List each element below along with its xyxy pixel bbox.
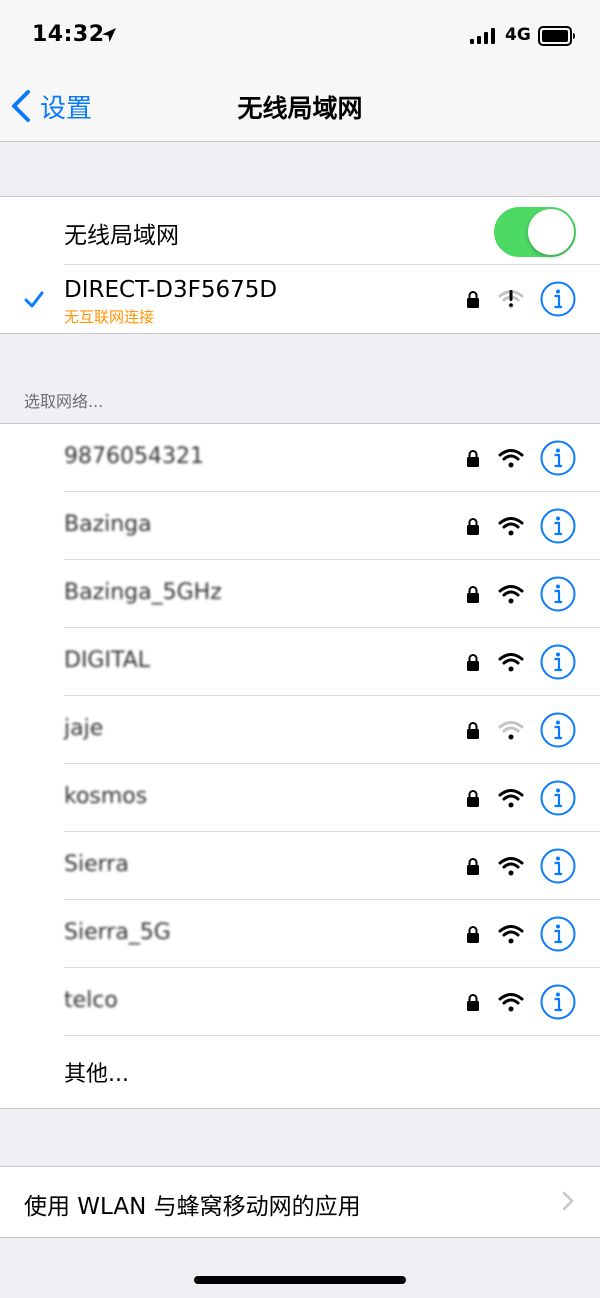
network-row[interactable]: DIGITAL xyxy=(0,628,600,696)
info-icon[interactable] xyxy=(540,916,576,952)
status-bar: 14:32 4G xyxy=(0,0,600,70)
other-network-row[interactable]: 其他... xyxy=(0,1036,600,1104)
lock-icon xyxy=(467,722,479,739)
network-row[interactable]: Sierra xyxy=(0,832,600,900)
toggle-knob xyxy=(528,209,574,255)
info-icon[interactable] xyxy=(540,508,576,544)
other-network-label: 其他... xyxy=(64,1062,129,1087)
apps-group: 使用 WLAN 与蜂窝移动网的应用 xyxy=(0,1166,600,1238)
lock-icon xyxy=(467,858,479,875)
network-row[interactable]: jaje xyxy=(0,696,600,764)
battery-icon xyxy=(538,26,575,46)
lock-icon xyxy=(467,994,479,1011)
navigation-bar: 设置 无线局域网 xyxy=(0,70,600,142)
wifi-signal-icon xyxy=(498,449,524,468)
info-icon[interactable] xyxy=(540,780,576,816)
cellular-signal-icon xyxy=(470,28,495,44)
lock-icon xyxy=(467,518,479,535)
network-name: Bazinga_5GHz xyxy=(64,580,222,605)
network-row[interactable]: kosmos xyxy=(0,764,600,832)
checkmark-icon xyxy=(24,291,44,308)
wifi-signal-icon xyxy=(498,925,524,944)
info-icon[interactable] xyxy=(540,984,576,1020)
wifi-signal-icon xyxy=(498,517,524,536)
lock-icon xyxy=(467,790,479,807)
home-indicator[interactable] xyxy=(194,1276,406,1284)
lock-icon xyxy=(467,450,479,467)
page-title: 无线局域网 xyxy=(237,94,363,123)
info-icon[interactable] xyxy=(540,440,576,476)
chevron-right-icon xyxy=(562,1191,574,1211)
wifi-signal-icon xyxy=(498,721,524,740)
lock-icon xyxy=(467,291,479,308)
network-type: 4G xyxy=(505,25,531,45)
lock-icon xyxy=(467,926,479,943)
wifi-group: 无线局域网 DIRECT-D3F5675D 无互联网连接 xyxy=(0,196,600,334)
info-icon[interactable] xyxy=(540,644,576,680)
connected-network-name: DIRECT-D3F5675D xyxy=(64,277,278,303)
network-row[interactable]: Sierra_5G xyxy=(0,900,600,968)
wlan-cellular-apps-label: 使用 WLAN 与蜂窝移动网的应用 xyxy=(24,1194,361,1220)
wifi-signal-icon xyxy=(498,585,524,604)
network-name: DIGITAL xyxy=(64,648,151,673)
wifi-toggle[interactable] xyxy=(494,207,576,257)
network-row[interactable]: Bazinga xyxy=(0,492,600,560)
wifi-signal-icon xyxy=(498,653,524,672)
status-time: 14:32 xyxy=(32,22,105,47)
choose-network-header: 选取网络... xyxy=(24,392,104,411)
wifi-signal-icon xyxy=(498,993,524,1012)
wifi-toggle-row: 无线局域网 xyxy=(0,197,600,265)
connection-status: 无互联网连接 xyxy=(64,308,155,326)
wifi-toggle-label: 无线局域网 xyxy=(64,223,179,249)
wifi-warning-icon xyxy=(498,290,524,309)
wlan-cellular-apps-row[interactable]: 使用 WLAN 与蜂窝移动网的应用 xyxy=(0,1167,600,1237)
info-icon[interactable] xyxy=(540,576,576,612)
lock-icon xyxy=(467,586,479,603)
connected-network-row[interactable]: DIRECT-D3F5675D 无互联网连接 xyxy=(0,265,600,333)
network-row[interactable]: 9876054321 xyxy=(0,424,600,492)
network-row[interactable]: telco xyxy=(0,968,600,1036)
network-name: kosmos xyxy=(64,784,148,809)
network-name: Sierra xyxy=(64,852,129,877)
network-row[interactable]: Bazinga_5GHz xyxy=(0,560,600,628)
network-name: Sierra_5G xyxy=(64,920,171,945)
lock-icon xyxy=(467,654,479,671)
network-name: jaje xyxy=(64,716,104,741)
network-name: telco xyxy=(64,988,118,1013)
info-icon[interactable] xyxy=(540,281,576,317)
location-arrow-icon xyxy=(102,28,116,42)
info-icon[interactable] xyxy=(540,848,576,884)
network-list: 9876054321 Bazinga Bazinga_5GHz DIGITAL jaje… xyxy=(0,423,600,1109)
network-name: Bazinga xyxy=(64,512,152,537)
info-icon[interactable] xyxy=(540,712,576,748)
network-name: 9876054321 xyxy=(64,444,204,469)
wifi-signal-icon xyxy=(498,857,524,876)
wifi-signal-icon xyxy=(498,789,524,808)
